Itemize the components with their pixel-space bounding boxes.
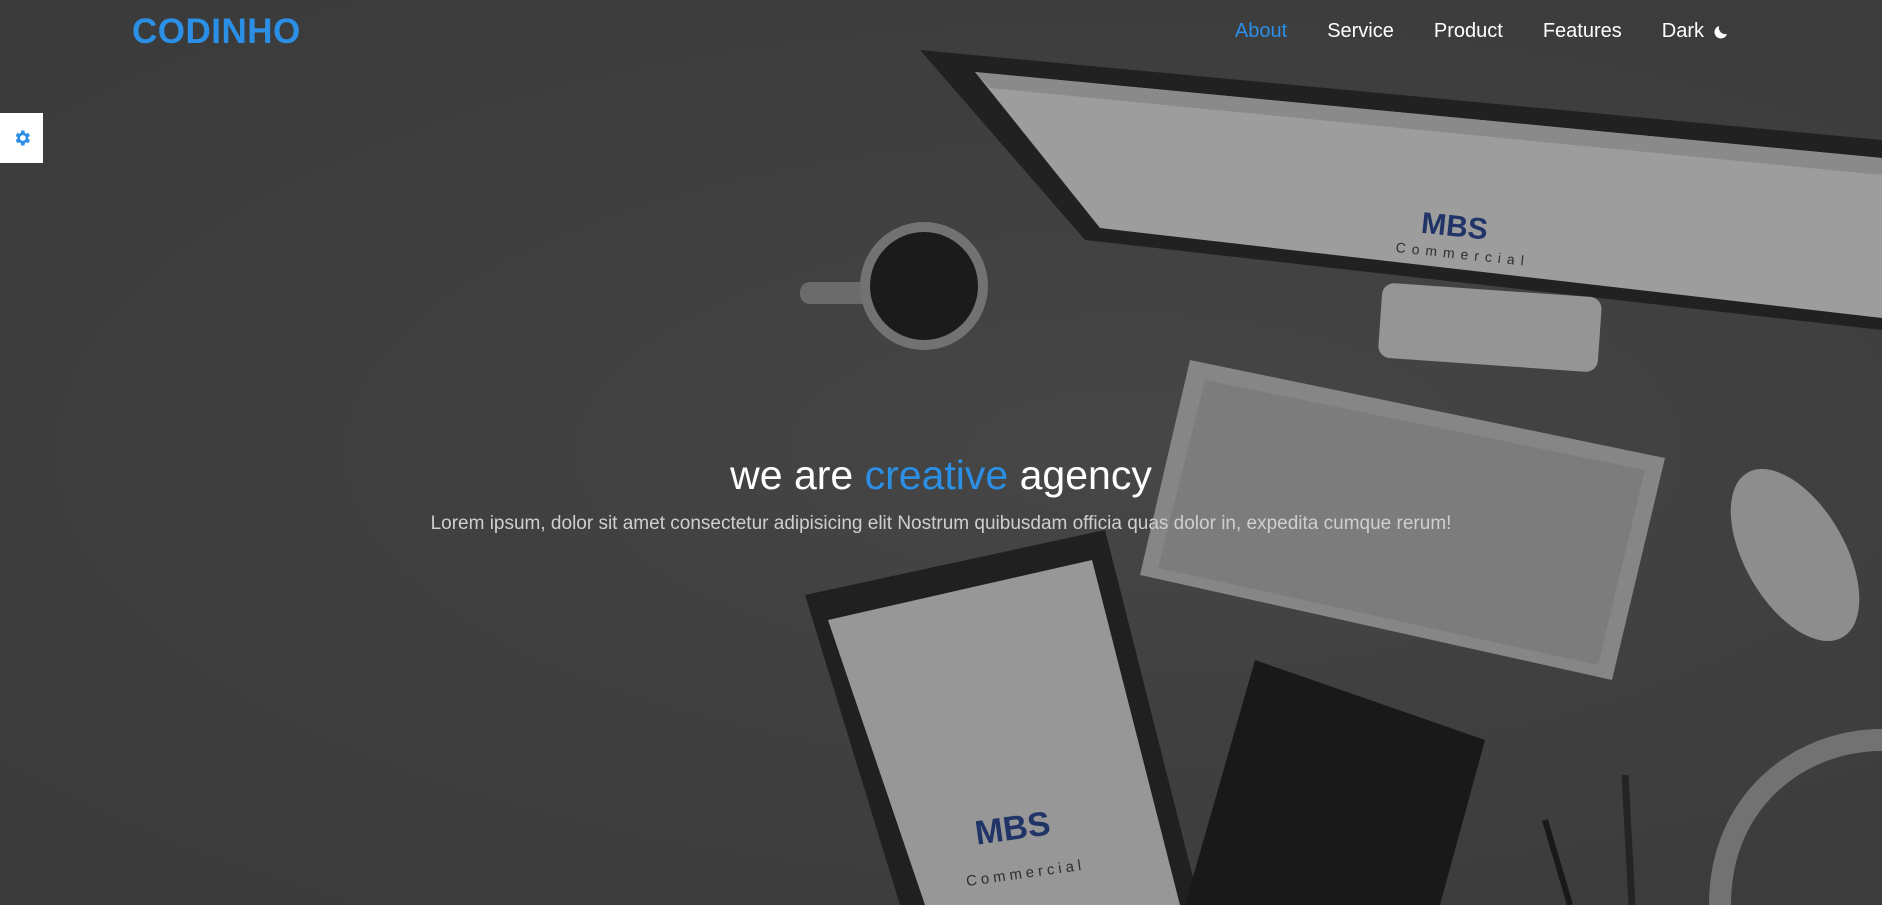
monitor-logo: MBS bbox=[1420, 207, 1490, 247]
coffee-cup-illustration bbox=[800, 222, 988, 350]
monitor-illustration: MBS Commercial bbox=[920, 50, 1882, 372]
nav-item-product[interactable]: Product bbox=[1434, 20, 1503, 43]
hero-headline: we are creative agency bbox=[0, 452, 1882, 499]
hero-section: MBS Commercial MBS Commercial CODINHO Ab… bbox=[0, 0, 1882, 905]
navbar: CODINHO About Service Product Features D… bbox=[0, 0, 1882, 66]
nav-links: About Service Product Features Dark bbox=[1195, 20, 1730, 43]
headline-accent: creative bbox=[864, 452, 1009, 498]
headline-suffix: agency bbox=[1019, 452, 1152, 498]
hero-subtitle: Lorem ipsum, dolor sit amet consectetur … bbox=[430, 513, 1452, 534]
tablet-illustration: MBS Commercial bbox=[805, 530, 1200, 905]
pencil-illustration bbox=[1621, 774, 1636, 905]
pen-illustration bbox=[1542, 819, 1573, 905]
gear-icon bbox=[15, 130, 30, 146]
dark-mode-toggle[interactable]: Dark bbox=[1662, 20, 1730, 43]
brand-logo[interactable]: CODINHO bbox=[132, 12, 301, 52]
headline-prefix: we are bbox=[730, 452, 854, 498]
settings-button[interactable] bbox=[0, 113, 43, 163]
dark-mode-label: Dark bbox=[1661, 20, 1704, 42]
headphones-illustration bbox=[1709, 729, 1882, 905]
nav-item-features[interactable]: Features bbox=[1543, 20, 1622, 43]
moon-icon bbox=[1714, 25, 1727, 39]
nav-item-about[interactable]: About bbox=[1235, 20, 1287, 43]
notebook-illustration bbox=[1185, 660, 1485, 905]
nav-item-service[interactable]: Service bbox=[1327, 20, 1394, 43]
